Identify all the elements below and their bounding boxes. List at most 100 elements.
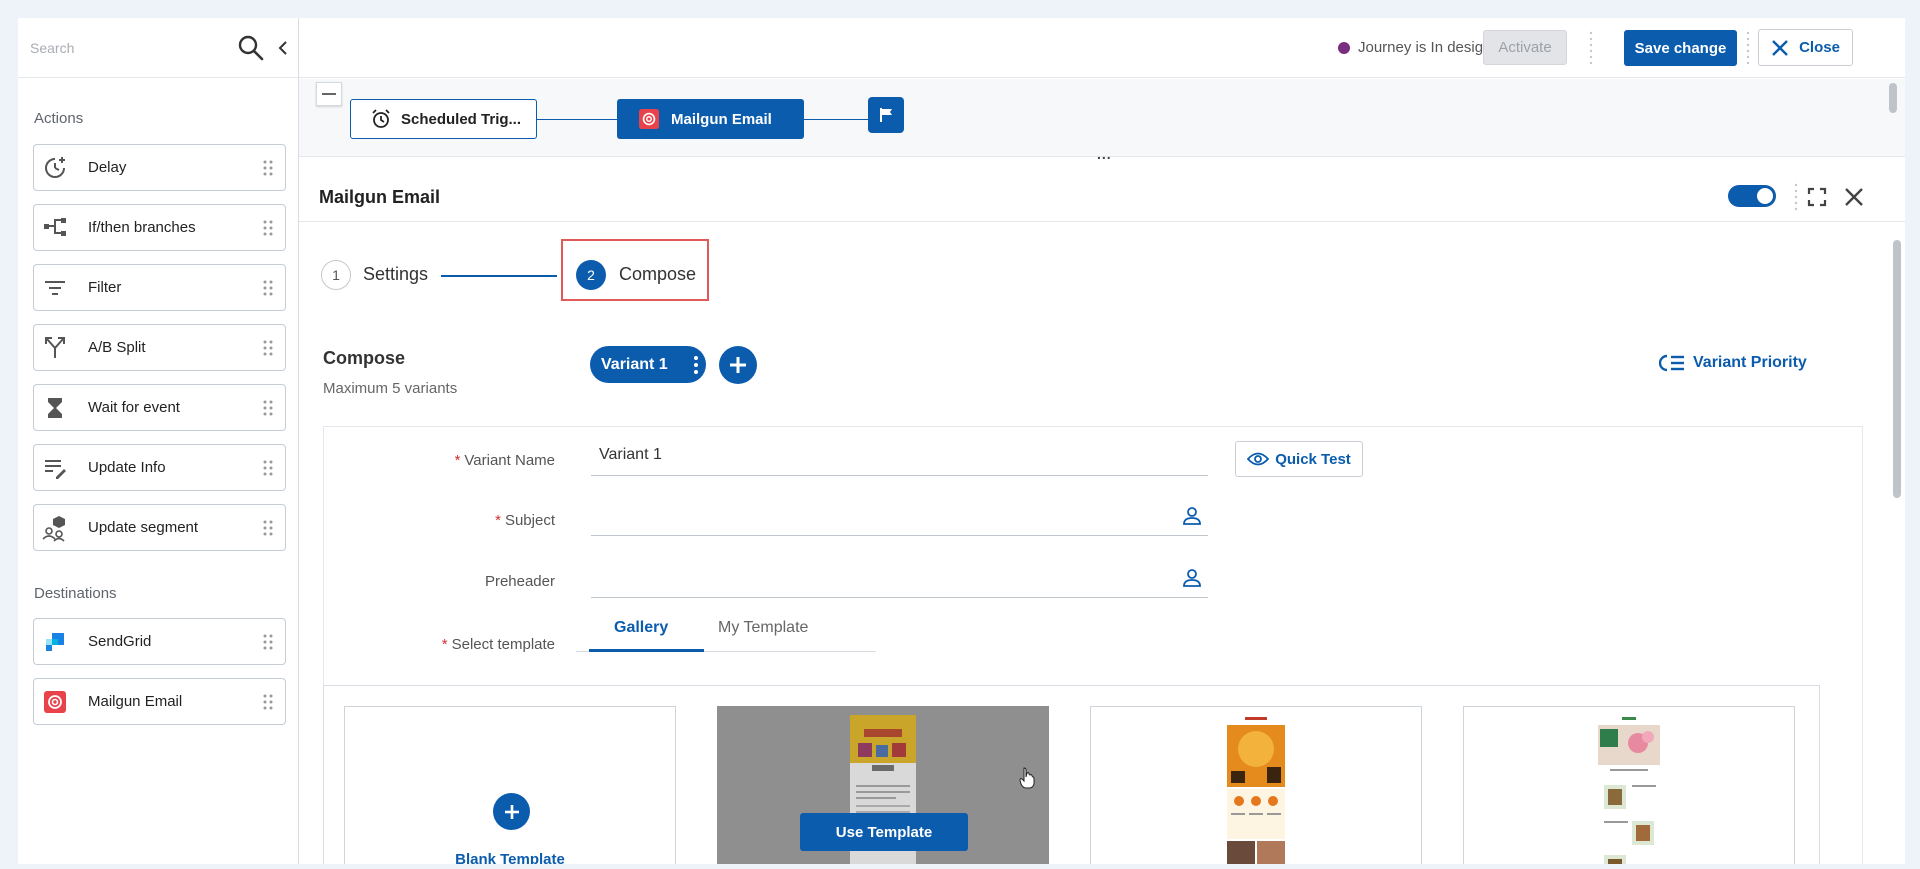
personalize-person-icon[interactable] [1182, 568, 1202, 588]
more-vertical-icon[interactable] [694, 356, 698, 374]
zoom-out-button[interactable] [316, 82, 342, 106]
tab-gallery[interactable]: Gallery [614, 619, 668, 637]
drag-handle-icon[interactable] [263, 634, 273, 650]
sidebar-item-wait-for-event[interactable]: Wait for event [33, 384, 286, 431]
divider [1589, 31, 1593, 65]
resize-handle[interactable]: ... [1097, 146, 1112, 162]
chevron-left-icon[interactable] [273, 38, 293, 58]
sidebar-item-label: SendGrid [88, 633, 152, 650]
split-icon [40, 333, 70, 363]
drag-handle-icon[interactable] [263, 400, 273, 416]
node-label: Mailgun Email [671, 110, 772, 128]
divider [1746, 31, 1750, 65]
subject-label: * Subject [495, 512, 555, 529]
close-icon[interactable] [1844, 187, 1864, 207]
eye-icon [1247, 452, 1270, 466]
template-thumbnail [1223, 715, 1289, 864]
sidebar-item-label: Wait for event [88, 399, 180, 416]
segment-icon [40, 513, 70, 543]
hourglass-icon [40, 393, 70, 423]
minus-icon [322, 93, 336, 95]
plus-icon [504, 804, 519, 819]
close-button[interactable]: Close [1758, 29, 1853, 66]
tab-my-template[interactable]: My Template [718, 619, 808, 637]
variant-name-field[interactable]: Variant 1 [591, 436, 1208, 476]
drag-handle-icon[interactable] [263, 694, 273, 710]
step-number[interactable]: 2 [576, 260, 606, 290]
sidebar-item-label: Filter [88, 279, 122, 296]
step-number[interactable]: 1 [321, 260, 351, 290]
search-input[interactable] [30, 36, 230, 60]
node-scheduled-trigger[interactable]: Scheduled Trig... [350, 99, 537, 139]
drag-handle-icon[interactable] [263, 340, 273, 356]
use-template-button[interactable]: Use Template [800, 813, 968, 851]
sidebar-item-label: Update Info [88, 459, 166, 476]
delay-clock-icon [40, 153, 70, 183]
variant-name-value: Variant 1 [599, 446, 662, 463]
branches-icon [40, 213, 70, 243]
compose-title: Compose [323, 348, 406, 368]
close-label: Close [1799, 39, 1840, 56]
variant-priority-button[interactable]: Variant Priority [1659, 354, 1807, 372]
actions-section-title: Actions [34, 110, 84, 127]
select-template-label: * Select template [441, 636, 555, 653]
preheader-field[interactable] [591, 558, 1208, 598]
top-bar: Journey is In design Activate Save chang… [299, 18, 1905, 78]
priority-list-icon [1659, 354, 1684, 372]
sidebar-item-update-segment[interactable]: Update segment [33, 504, 286, 551]
personalize-person-icon[interactable] [1182, 506, 1202, 526]
sidebar-item-label: A/B Split [88, 339, 146, 356]
canvas-scrollbar[interactable] [1889, 83, 1897, 113]
status-dot [1338, 42, 1350, 54]
sidebar-item-mailgun-email[interactable]: Mailgun Email [33, 678, 286, 725]
drag-handle-icon[interactable] [263, 460, 273, 476]
alarm-clock-icon [372, 109, 390, 128]
preheader-label: Preheader [484, 573, 555, 590]
step-compose[interactable]: Compose [619, 264, 696, 285]
template-card-hovered[interactable]: Use Template [717, 706, 1049, 864]
filter-icon [40, 273, 70, 303]
quick-test-button[interactable]: Quick Test [1235, 441, 1363, 477]
sidebar-item-ab-split[interactable]: A/B Split [33, 324, 286, 371]
step-settings[interactable]: Settings [363, 264, 428, 285]
activate-button[interactable]: Activate [1483, 30, 1567, 65]
add-blank-button[interactable] [493, 793, 530, 830]
node-end[interactable] [868, 97, 904, 133]
sidebar-item-if-then-branches[interactable]: If/then branches [33, 204, 286, 251]
node-detail-panel: Mailgun Email 1 Settings 2 Compose Compo… [299, 172, 1905, 864]
destinations-section-title: Destinations [34, 585, 117, 602]
subject-field[interactable] [591, 496, 1208, 536]
drag-handle-icon[interactable] [263, 280, 273, 296]
template-card-floral[interactable] [1463, 706, 1795, 864]
panel-scrollbar[interactable] [1893, 240, 1901, 498]
drag-handle-icon[interactable] [263, 220, 273, 236]
sidebar-item-update-info[interactable]: Update Info [33, 444, 286, 491]
sidebar-item-label: Delay [88, 159, 127, 176]
sidebar: Actions Delay If/then branches Filter [18, 18, 299, 864]
expand-icon[interactable] [1807, 187, 1827, 207]
mailgun-icon [40, 687, 70, 717]
blank-template-card[interactable]: Blank Template [344, 706, 676, 864]
add-variant-button[interactable] [719, 346, 757, 384]
panel-header: Mailgun Email [299, 172, 1905, 222]
node-mailgun-email[interactable]: Mailgun Email [617, 99, 804, 139]
template-gallery: Blank Template Use Template [323, 685, 1820, 864]
sidebar-item-sendgrid[interactable]: SendGrid [33, 618, 286, 665]
hand-cursor-icon [1019, 767, 1035, 789]
variant-name-label: * Variant Name [454, 452, 555, 469]
sidebar-item-label: If/then branches [88, 219, 196, 236]
panel-title: Mailgun Email [319, 187, 441, 207]
connector-line [804, 119, 868, 120]
sidebar-item-label: Mailgun Email [88, 693, 183, 710]
variant-label: Variant 1 [601, 355, 668, 373]
variant-tab[interactable]: Variant 1 [590, 346, 706, 383]
drag-handle-icon[interactable] [263, 520, 273, 536]
search-icon[interactable] [236, 33, 266, 63]
sidebar-item-filter[interactable]: Filter [33, 264, 286, 311]
node-enabled-toggle[interactable] [1728, 185, 1776, 207]
template-card-halloween[interactable] [1090, 706, 1422, 864]
flag-icon [880, 108, 892, 122]
save-change-button[interactable]: Save change [1624, 30, 1737, 66]
drag-handle-icon[interactable] [263, 160, 273, 176]
sidebar-item-delay[interactable]: Delay [33, 144, 286, 191]
